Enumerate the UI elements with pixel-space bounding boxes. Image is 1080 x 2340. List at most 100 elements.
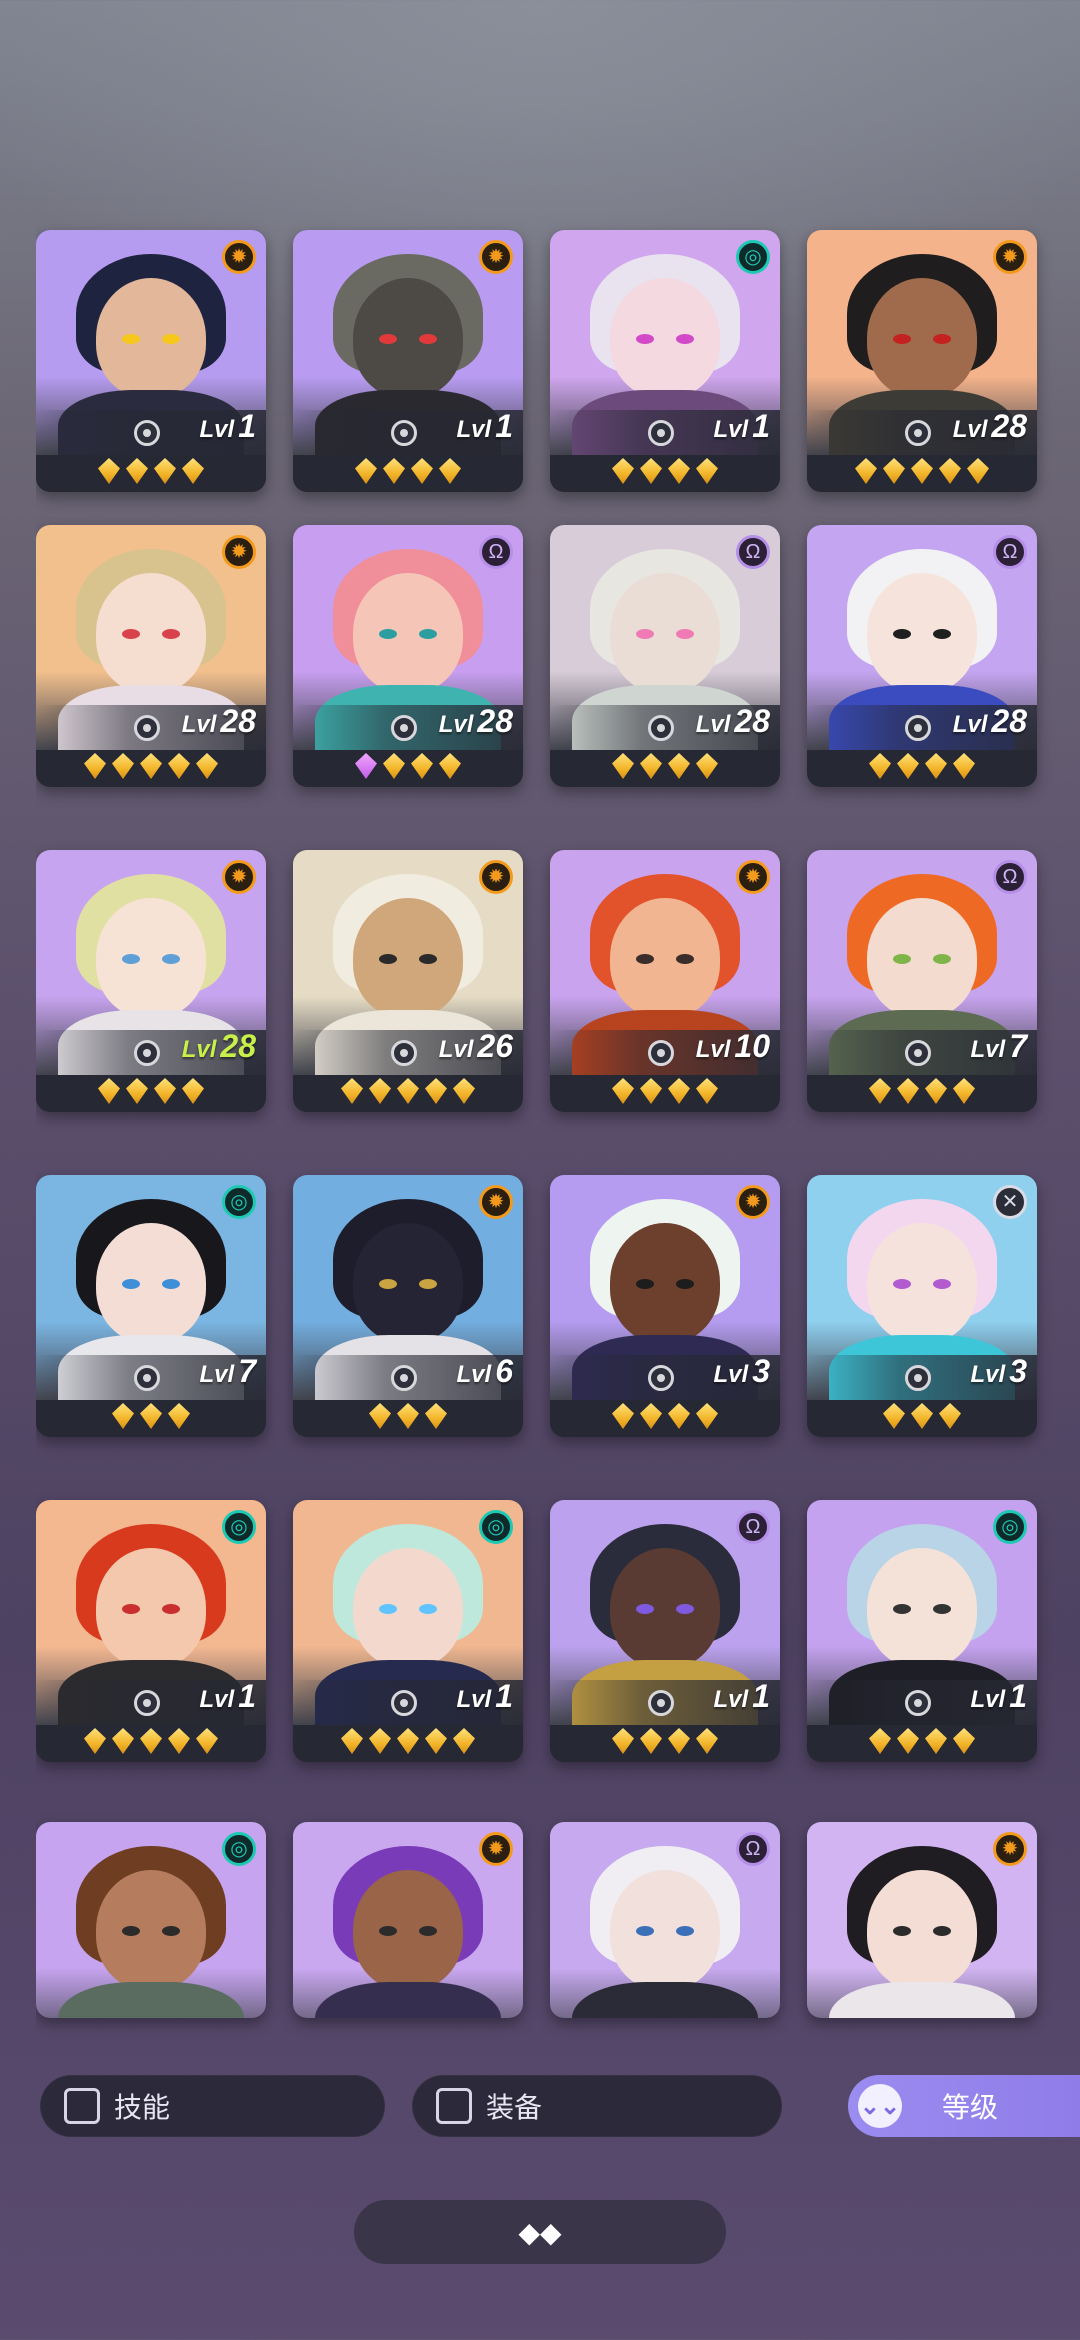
star-rating	[36, 458, 266, 488]
checkbox-icon[interactable]	[436, 2088, 472, 2124]
star-icon	[168, 1728, 190, 1754]
hero-card[interactable]: ◎ Lvl 7	[36, 1175, 266, 1437]
hero-card[interactable]: ✹ Lvl 26	[293, 850, 523, 1112]
level-prefix: Lvl	[199, 1686, 235, 1713]
gear-icon	[391, 1690, 417, 1716]
gear-icon	[648, 1365, 674, 1391]
level-prefix: Lvl	[456, 416, 492, 443]
hero-card[interactable]: Ω	[550, 1822, 780, 2018]
sun-class-icon: ✹	[479, 1185, 513, 1219]
star-icon	[897, 1078, 919, 1104]
level-number: 1	[238, 408, 256, 444]
hero-level: Lvl 1	[714, 1678, 770, 1715]
hero-card[interactable]: ◎ Lvl 1	[293, 1500, 523, 1762]
star-icon	[640, 458, 662, 484]
hero-card[interactable]: Ω Lvl 1	[550, 1500, 780, 1762]
star-rating	[807, 458, 1037, 488]
level-number: 3	[1009, 1353, 1027, 1389]
gear-icon	[905, 1690, 931, 1716]
star-icon	[168, 753, 190, 779]
hero-level: Lvl 28	[696, 703, 770, 740]
gear-icon	[391, 715, 417, 741]
hero-card[interactable]: ✹	[807, 1822, 1037, 2018]
sort-by-level-button[interactable]: ⌄⌄ 等级	[848, 2075, 1080, 2137]
gear-icon	[391, 420, 417, 446]
hero-card[interactable]: ✕ Lvl 3	[807, 1175, 1037, 1437]
star-icon	[696, 1403, 718, 1429]
level-prefix: Lvl	[713, 416, 749, 443]
hero-card[interactable]: ◎	[36, 1822, 266, 2018]
star-icon	[182, 458, 204, 484]
hero-card[interactable]: ◎ Lvl 1	[36, 1500, 266, 1762]
star-icon	[640, 1078, 662, 1104]
hero-level: Lvl 3	[971, 1353, 1027, 1390]
hero-card[interactable]: ✹ Lvl 1	[36, 230, 266, 492]
gear-icon	[648, 1690, 674, 1716]
level-prefix: Lvl	[438, 711, 474, 738]
star-icon	[953, 1078, 975, 1104]
level-prefix: Lvl	[438, 1036, 474, 1063]
swirl-class-icon: ◎	[479, 1510, 513, 1544]
collapse-handle[interactable]: ◆◆	[354, 2200, 726, 2264]
hero-card[interactable]: Ω Lvl 28	[550, 525, 780, 787]
star-icon	[640, 1728, 662, 1754]
star-icon	[925, 1078, 947, 1104]
star-icon	[140, 753, 162, 779]
star-icon	[668, 753, 690, 779]
star-icon	[668, 1728, 690, 1754]
level-prefix: Lvl	[713, 1686, 749, 1713]
hero-card[interactable]: Ω Lvl 28	[293, 525, 523, 787]
level-number: 6	[495, 1353, 513, 1389]
hero-card[interactable]: ✹	[293, 1822, 523, 2018]
star-rating	[550, 1728, 780, 1758]
level-number: 1	[752, 408, 770, 444]
star-icon	[84, 1728, 106, 1754]
star-icon	[341, 1078, 363, 1104]
hero-level: Lvl 28	[953, 703, 1027, 740]
gear-icon	[905, 1365, 931, 1391]
star-rating	[36, 1403, 266, 1433]
star-rating	[807, 1403, 1037, 1433]
gear-icon	[134, 420, 160, 446]
hero-card[interactable]: Ω Lvl 7	[807, 850, 1037, 1112]
star-icon	[939, 458, 961, 484]
level-prefix: Lvl	[695, 711, 731, 738]
star-icon	[425, 1403, 447, 1429]
hero-card[interactable]: ✹ Lvl 3	[550, 1175, 780, 1437]
sun-class-icon: ✹	[993, 1832, 1027, 1866]
skill-filter-label: 技能	[114, 2092, 171, 2123]
checkbox-icon[interactable]	[64, 2088, 100, 2124]
level-number: 3	[752, 1353, 770, 1389]
star-icon	[140, 1403, 162, 1429]
star-icon	[112, 1728, 134, 1754]
hero-level: Lvl 1	[971, 1678, 1027, 1715]
hero-card[interactable]: Ω Lvl 28	[807, 525, 1037, 787]
level-prefix: Lvl	[970, 1361, 1006, 1388]
hero-card[interactable]: ✹ Lvl 28	[36, 525, 266, 787]
star-rating	[36, 1078, 266, 1108]
skill-filter-toggle[interactable]: 技能	[40, 2075, 385, 2137]
star-icon	[369, 1403, 391, 1429]
star-icon	[453, 1728, 475, 1754]
hero-grid: ✹ Lvl 1 ✹ Lvl 1 ◎ Lvl 1 ✹ Lvl 28 ✹ Lvl 28 Ω Lvl 28	[36, 0, 1076, 2040]
hero-card[interactable]: ◎ Lvl 1	[807, 1500, 1037, 1762]
star-icon	[98, 1078, 120, 1104]
level-prefix: Lvl	[199, 1361, 235, 1388]
level-prefix: Lvl	[456, 1361, 492, 1388]
star-icon	[112, 1403, 134, 1429]
hero-card[interactable]: ✹ Lvl 28	[807, 230, 1037, 492]
star-icon	[925, 753, 947, 779]
hero-card[interactable]: ✹ Lvl 6	[293, 1175, 523, 1437]
hero-card[interactable]: ✹ Lvl 1	[293, 230, 523, 492]
sun-class-icon: ✹	[993, 240, 1027, 274]
hero-card[interactable]: ✹ Lvl 10	[550, 850, 780, 1112]
hero-level: Lvl 1	[200, 408, 256, 445]
hero-card[interactable]: ◎ Lvl 1	[550, 230, 780, 492]
star-rating	[550, 753, 780, 783]
star-icon	[911, 458, 933, 484]
star-rating	[807, 1728, 1037, 1758]
hero-card[interactable]: ✹ Lvl 28	[36, 850, 266, 1112]
equipment-filter-toggle[interactable]: 装备	[412, 2075, 782, 2137]
gear-icon	[391, 1365, 417, 1391]
star-icon	[397, 1403, 419, 1429]
